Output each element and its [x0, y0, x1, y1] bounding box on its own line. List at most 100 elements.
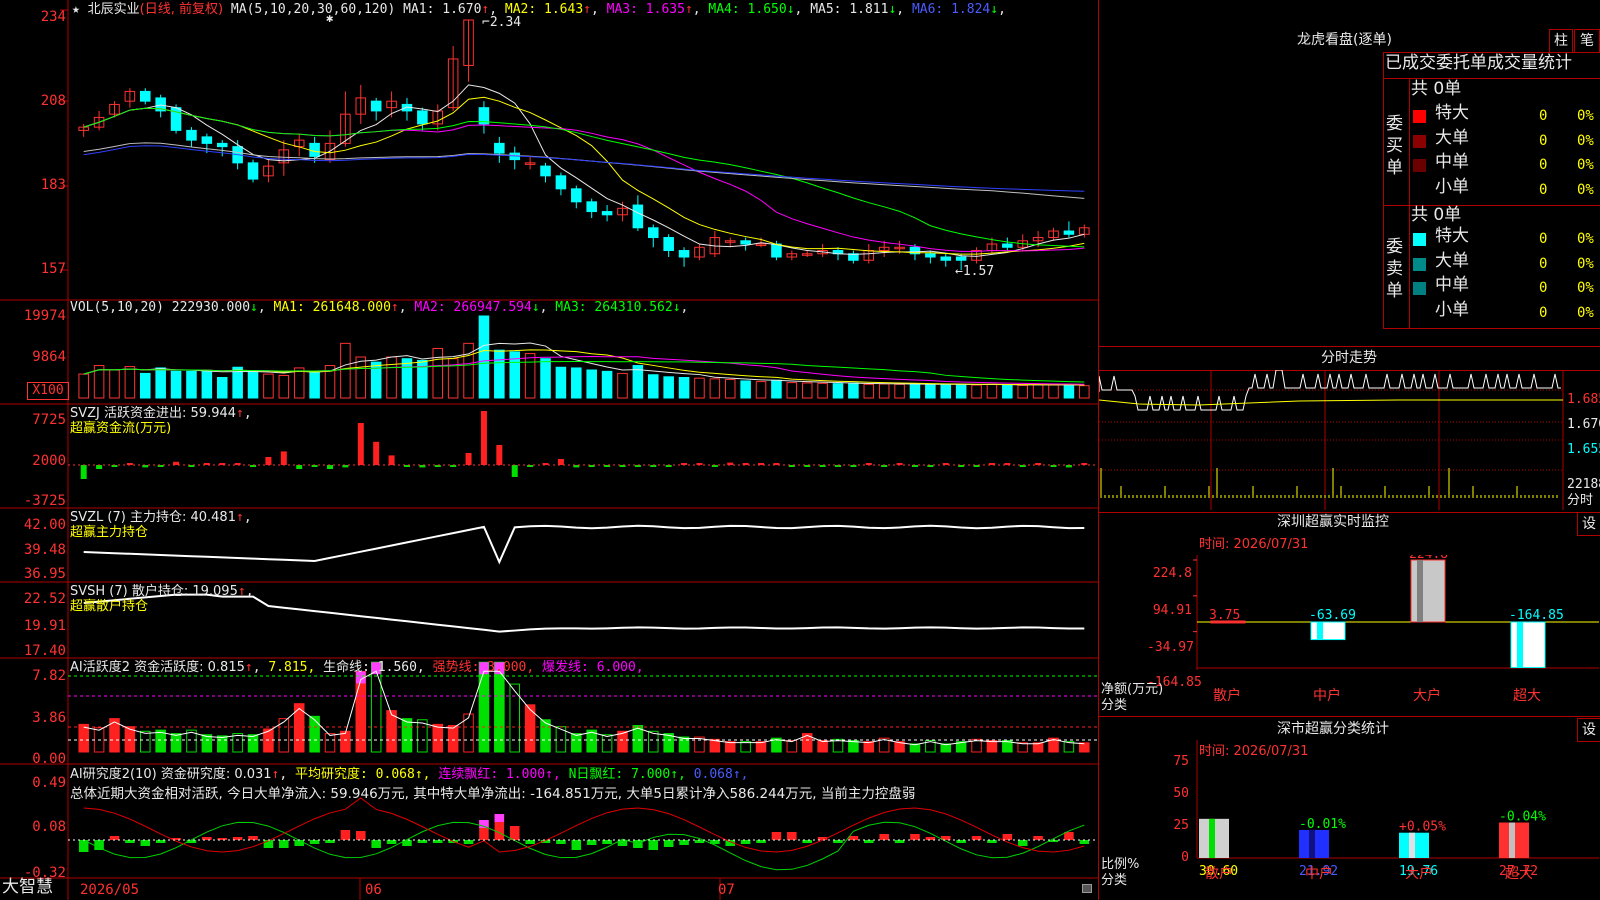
- svsh-axis-label: 17.40: [23, 643, 66, 659]
- vol-value: MA2: 266947.594: [414, 300, 532, 315]
- net-value-label: 3.75: [1209, 608, 1240, 623]
- net-value-label: 224.8: [1409, 555, 1448, 562]
- buy-total: 共 0单: [1411, 79, 1462, 99]
- ai2-bar: [556, 840, 566, 844]
- monitor-time: 时间: 2026/07/31: [1199, 537, 1309, 552]
- volume-bar: [771, 379, 782, 399]
- ai2-bar: [648, 840, 659, 850]
- legend-swatch: [1413, 282, 1426, 295]
- candle-body: [216, 142, 228, 148]
- separator: ,: [539, 300, 556, 315]
- ai2-bar: [910, 834, 920, 840]
- category-label: 中户: [1313, 687, 1341, 704]
- order-count: 0: [1539, 108, 1548, 124]
- ai2-bar: [848, 836, 859, 840]
- svzl-subtitle: 超赢主力持仓: [70, 525, 149, 540]
- ai1-bar: [986, 739, 998, 753]
- svzj-axis-label: 2000: [32, 453, 66, 469]
- ratio-change-label: +0.05%: [1399, 820, 1446, 835]
- stock-name: 北辰实业: [87, 2, 140, 17]
- intraday-axis-label: 1.655: [1567, 442, 1600, 457]
- ma-value: MA5: 1.811: [810, 2, 889, 17]
- volume-bar: [155, 367, 166, 399]
- period-mode[interactable]: (日线, 前复权): [140, 2, 223, 17]
- ai1-bar: [786, 739, 798, 753]
- candle-body: [309, 142, 320, 157]
- chart-area[interactable]: ⌐2.34 ←1.57 ✱ ★ 北辰实业(日线, 前复权) MA(5,10,20,3…: [0, 0, 1098, 900]
- ai2-bar: [356, 831, 366, 840]
- order-size-label: 特大: [1435, 226, 1469, 246]
- net-bar: [1410, 559, 1446, 623]
- ai2-bar: [1033, 836, 1043, 840]
- bar-mode-button[interactable]: 柱: [1549, 29, 1573, 53]
- svzj-axis-label: 7725: [32, 412, 66, 428]
- order-count: 0: [1539, 255, 1548, 272]
- ai1-bar: [201, 734, 213, 753]
- separator: ,: [398, 300, 415, 315]
- ma-line: [83, 84, 1085, 257]
- trend-arrow: ↑: [684, 2, 693, 17]
- monitor-settings-button[interactable]: 设: [1577, 512, 1600, 536]
- volume-bar: [401, 358, 413, 399]
- ai2-bar: [771, 832, 782, 840]
- lock-icon[interactable]: [1082, 884, 1092, 893]
- ma-values: MA1: 1.670↑, MA2: 1.643↑, MA3: 1.635↑, M…: [403, 2, 1006, 17]
- svsh-axis-label: 22.52: [23, 591, 66, 607]
- order-count: 0: [1539, 157, 1548, 173]
- category-label: 超大: [1513, 688, 1541, 704]
- high-price-label: ⌐2.34: [482, 15, 521, 30]
- ai2-bar: [571, 840, 582, 850]
- trend-arrow: ↓: [250, 300, 258, 315]
- ai1-bar: [432, 723, 444, 753]
- volume-bar: [586, 369, 597, 399]
- candle-body: [1063, 230, 1075, 235]
- volume-bar: [601, 370, 613, 399]
- trend-arrow: ↓: [531, 300, 540, 315]
- svzj-bar: [465, 453, 472, 465]
- volume-bar: [432, 347, 444, 399]
- volume-bar: [540, 358, 551, 399]
- legend-swatch: [1413, 159, 1426, 172]
- candle-body: [370, 100, 382, 112]
- volume-bar: [709, 378, 721, 399]
- classify-settings-button[interactable]: 设: [1577, 718, 1600, 742]
- ai2-bar: [309, 840, 320, 844]
- ai2-bar: [1017, 840, 1028, 846]
- ratio-bar-stripe: [1409, 832, 1415, 858]
- intraday-chart[interactable]: [1099, 370, 1600, 510]
- volume-bar: [340, 342, 351, 399]
- legend-swatch: [1413, 233, 1426, 246]
- ai1-axis-label: 0.00: [32, 751, 66, 767]
- ai2-value: 连续飘红: 1.000↑,: [438, 767, 569, 782]
- main-axis-label: 208: [40, 93, 66, 109]
- ai1-value: 强势线: 3.000,: [432, 660, 543, 675]
- ai1-bar: [247, 734, 259, 753]
- separator: ,: [998, 2, 1006, 17]
- ai2-bar: [248, 836, 258, 840]
- ai1-bar: [863, 741, 875, 753]
- candle-body: [740, 240, 751, 245]
- ma-value: MA6: 1.824: [911, 2, 991, 17]
- tick-mode-button[interactable]: 笔: [1574, 29, 1600, 53]
- volume-bar: [971, 384, 982, 399]
- sell-total: 共 0单: [1411, 205, 1462, 225]
- brand-logo: 大智慧: [2, 877, 53, 897]
- ai2-bar: [509, 826, 520, 840]
- volume-bar: [201, 370, 213, 399]
- ma-value: MA2: 1.643: [504, 2, 584, 17]
- ma-line: [83, 96, 1085, 255]
- volume-bar: [1063, 383, 1075, 399]
- star-icon[interactable]: ★: [72, 2, 80, 17]
- order-size-label: 特大: [1435, 103, 1469, 123]
- svzj-bar: [388, 455, 395, 465]
- ai2-line-green: [83, 821, 1085, 871]
- net-bar: [1310, 621, 1346, 641]
- ai1-bar: [401, 718, 413, 753]
- order-count: 0: [1539, 181, 1548, 198]
- ai1-values: 7.815, 生命线: 1.560, 强势线: 3.000, 爆发线: 6.00…: [268, 660, 643, 675]
- vol-values: 222930.000↓, MA1: 261648.000↑, MA2: 2669…: [172, 300, 689, 315]
- volume-bar: [617, 372, 628, 399]
- volume-bar: [801, 382, 813, 399]
- separator: ,: [257, 300, 274, 315]
- svzl-axis-label: 42.00: [23, 517, 66, 533]
